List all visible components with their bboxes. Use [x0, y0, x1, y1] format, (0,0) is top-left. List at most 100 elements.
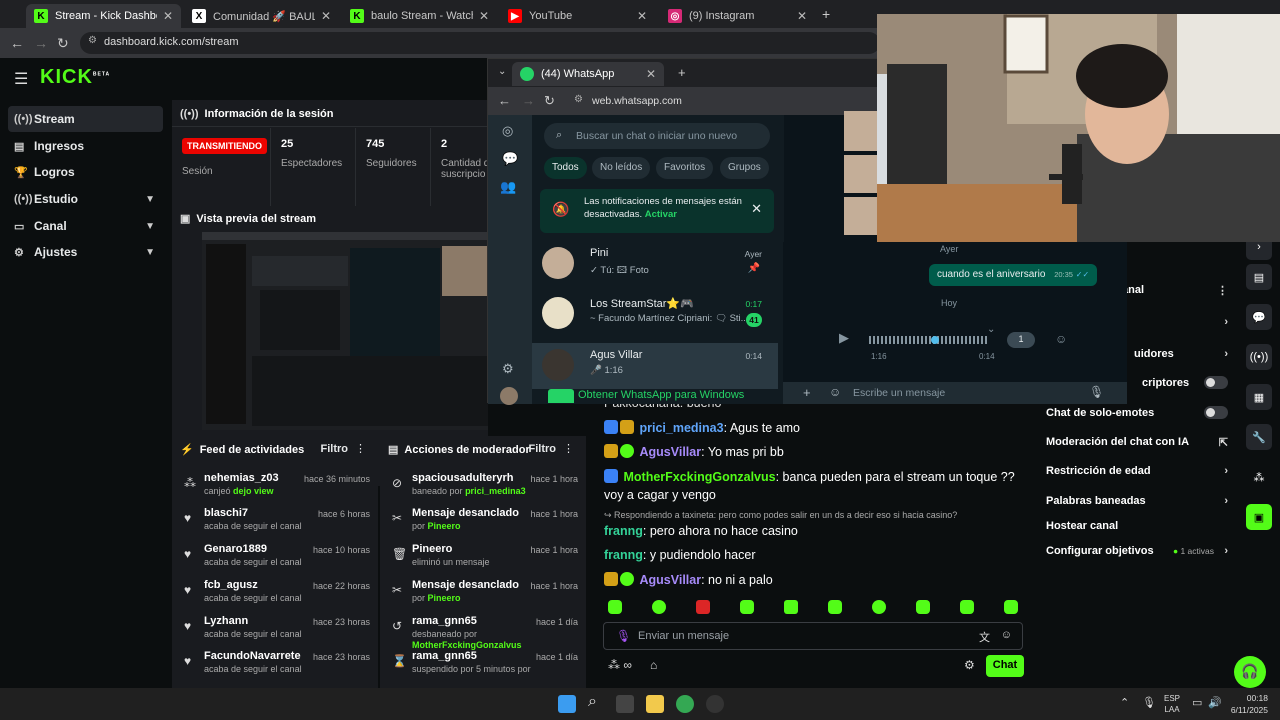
sticker-icon[interactable]: ☺ — [829, 385, 841, 399]
emote-icon[interactable] — [872, 600, 886, 614]
close-icon[interactable]: ✕ — [321, 9, 331, 23]
network-icon[interactable]: ▭ — [1192, 696, 1202, 709]
wa-message-input[interactable]: Escribe un mensaje — [853, 387, 945, 399]
mic-icon[interactable]: 🎙 — [1142, 696, 1156, 709]
emoji-icon[interactable]: ☺ — [1001, 629, 1012, 641]
chevron-down-icon[interactable]: ⌄ — [498, 66, 506, 77]
tab-instagram[interactable]: ◎ (9) Instagram ✕ — [660, 4, 815, 28]
reload-icon[interactable]: ↻ — [57, 35, 69, 52]
filter-chip-favorites[interactable]: Favoritos — [656, 157, 714, 179]
help-button[interactable]: 🎧 — [1234, 656, 1266, 688]
rail-wrench-button[interactable]: 🔧 — [1246, 424, 1272, 450]
toggle-switch[interactable] — [1204, 406, 1228, 419]
settings-item[interactable]: criptores — [1142, 376, 1228, 389]
wa-search-input[interactable]: ⌕ Buscar un chat o iniciar uno nuevo — [544, 123, 770, 149]
chat-username[interactable]: franng — [604, 524, 643, 538]
back-icon[interactable]: ← — [10, 35, 24, 51]
close-icon[interactable]: ✕ — [646, 67, 656, 81]
chat-username[interactable]: AgusVillar — [639, 573, 701, 587]
hamburger-menu-icon[interactable]: ☰ — [14, 69, 28, 89]
filter-chip-all[interactable]: Todos — [544, 157, 587, 179]
filter-button[interactable]: Filtro — [529, 443, 557, 455]
volume-icon[interactable]: 🔊 — [1208, 696, 1222, 709]
new-tab-button[interactable]: + — [678, 65, 686, 80]
channels-icon[interactable]: 💬 — [502, 151, 518, 167]
back-icon[interactable]: ← — [498, 93, 511, 108]
clock[interactable]: 00:18 6/11/2025 — [1226, 692, 1268, 716]
more-options-icon[interactable]: ⋮ — [563, 442, 574, 455]
wa-url[interactable]: web.whatsapp.com — [592, 95, 682, 107]
emote-icon[interactable] — [828, 600, 842, 614]
settings-item[interactable]: anal ⋮ — [1122, 284, 1228, 297]
file-explorer-icon[interactable] — [646, 695, 664, 713]
mod-user[interactable]: spaciousadulteryrh — [412, 472, 513, 484]
filter-chip-groups[interactable]: Grupos — [720, 157, 769, 179]
chat-list-item[interactable]: Los StreamStar⭐🎮 ~ Facundo Martínez Cipr… — [532, 291, 778, 337]
filter-chip-unread[interactable]: No leídos — [592, 157, 651, 179]
chat-username[interactable]: AgusVillar — [639, 445, 701, 459]
rail-app-button[interactable]: ▣ — [1246, 504, 1272, 530]
communities-icon[interactable]: 👥 — [500, 179, 516, 195]
waveform[interactable] — [869, 336, 987, 344]
forward-icon[interactable]: → — [522, 93, 535, 108]
activity-user[interactable]: blaschi7 — [204, 507, 248, 519]
store-icon[interactable]: ⌂ — [650, 658, 657, 672]
chevron-down-icon[interactable]: ⌄ — [987, 324, 995, 335]
mic-icon[interactable]: 🎙 — [1089, 385, 1104, 399]
rail-points-button[interactable]: ⁂ — [1246, 464, 1272, 490]
settings-item-emotes-only[interactable]: Chat de solo-emotes — [1046, 406, 1228, 419]
playback-knob[interactable] — [931, 336, 939, 344]
sidebar-item-stream[interactable]: ((•)) Stream — [8, 106, 163, 132]
tab-youtube[interactable]: ▶ YouTube ✕ — [500, 4, 655, 28]
rail-notes-button[interactable]: ▤ — [1246, 264, 1272, 290]
chat-username[interactable]: franng — [604, 548, 643, 562]
toggle-switch[interactable] — [1204, 376, 1228, 389]
tab-baulo-stream[interactable]: K baulo Stream - Watch Live on Kick ✕ — [342, 4, 497, 28]
status-icon[interactable]: ◎ — [502, 123, 513, 139]
filter-button[interactable]: Filtro — [321, 443, 349, 455]
playback-speed-button[interactable]: 1 — [1007, 332, 1035, 348]
emote-icon[interactable] — [916, 600, 930, 614]
new-tab-button[interactable]: + — [822, 6, 830, 22]
mod-text-by[interactable]: MotherFxckingGonzalvus — [412, 640, 522, 650]
url-field[interactable]: ⚙ dashboard.kick.com/stream — [80, 32, 880, 54]
sidebar-item-estudio[interactable]: ((•)) Estudio ▼ — [8, 186, 163, 212]
close-icon[interactable]: ✕ — [163, 9, 173, 23]
stream-preview-video[interactable] — [202, 232, 488, 430]
kick-logo[interactable]: KICKBETA — [40, 66, 110, 89]
sidebar-item-ajustes[interactable]: ⚙ Ajustes ▼ — [8, 239, 163, 265]
emote-icon[interactable] — [1004, 600, 1018, 614]
close-icon[interactable]: ✕ — [797, 9, 807, 23]
profile-avatar[interactable] — [500, 387, 518, 405]
forward-icon[interactable]: → — [34, 35, 48, 51]
emote-icon[interactable] — [696, 600, 710, 614]
tab-comunidad[interactable]: X Comunidad 🚀 BAULO CLUB 🚀 ✕ — [184, 4, 339, 28]
site-info-icon[interactable]: ⚙ — [574, 94, 583, 105]
emoji-reaction-icon[interactable]: ☺ — [1055, 332, 1067, 346]
settings-item-goals[interactable]: Configurar objetivos ● 1 activas › — [1046, 545, 1228, 557]
more-options-icon[interactable]: ⋮ — [355, 442, 366, 455]
settings-item-host[interactable]: Hostear canal — [1046, 520, 1228, 532]
gear-icon[interactable]: ⚙ — [502, 361, 514, 377]
emote-icon[interactable] — [652, 600, 666, 614]
sidebar-item-logros[interactable]: 🏆 Logros — [8, 159, 163, 185]
reload-icon[interactable]: ↻ — [544, 93, 555, 109]
settings-item-banned-words[interactable]: Palabras baneadas › — [1046, 495, 1228, 507]
get-app-banner[interactable]: Obtener WhatsApp para Windows — [532, 389, 784, 403]
chat-username[interactable]: prici_medina3 — [639, 421, 723, 435]
attach-icon[interactable]: + — [803, 385, 811, 400]
emote-icon[interactable] — [740, 600, 754, 614]
points-icon[interactable]: ⁂ ∞ — [608, 658, 632, 672]
site-info-icon[interactable]: ⚙ — [88, 35, 97, 46]
activity-user[interactable]: Genaro1889 — [204, 543, 267, 555]
more-options-icon[interactable]: ⋮ — [1217, 284, 1228, 297]
sidebar-item-ingresos[interactable]: ▤ Ingresos — [8, 133, 163, 159]
mod-user[interactable]: rama_gnn65 — [412, 615, 477, 627]
activity-user[interactable]: FacundoNavarrete — [204, 650, 301, 662]
chat-username[interactable]: MotherFxckingGonzalvus — [623, 470, 775, 484]
activity-user[interactable]: fcb_agusz — [204, 579, 258, 591]
settings-item-age-restriction[interactable]: Restricción de edad › — [1046, 465, 1228, 477]
translate-icon[interactable]: 文 — [979, 629, 990, 645]
language-indicator[interactable]: ESP LAA — [1164, 693, 1180, 715]
mod-user[interactable]: rama_gnn65 — [412, 650, 477, 662]
